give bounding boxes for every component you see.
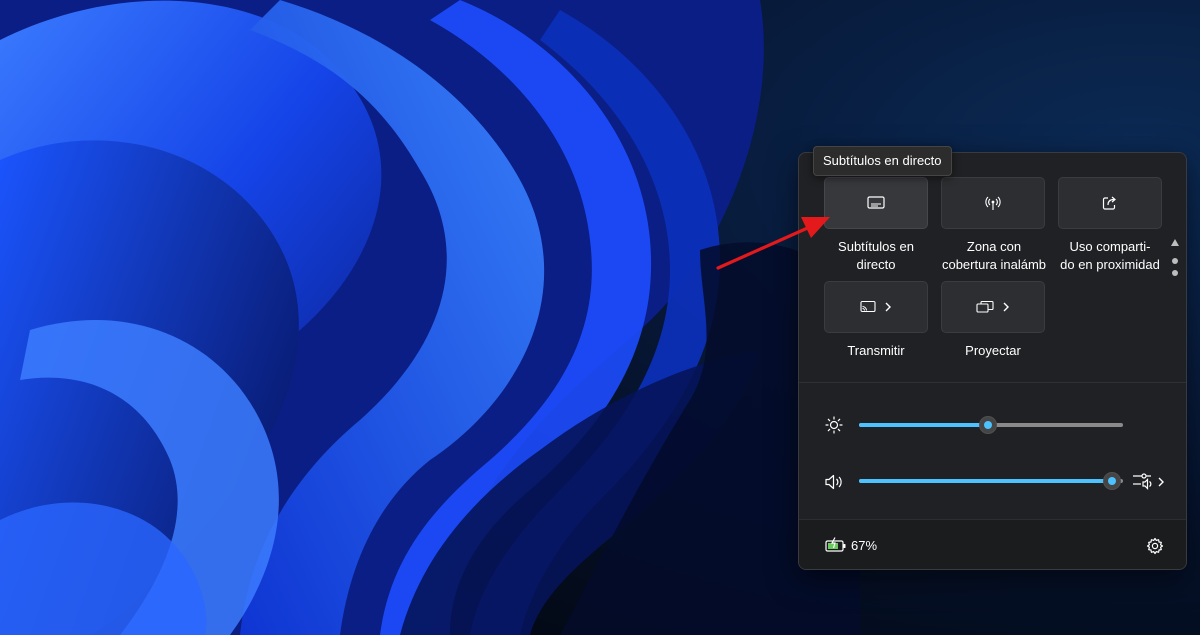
panel-footer: 67%	[799, 519, 1186, 569]
brightness-icon	[825, 416, 843, 439]
quick-settings-panel: Subtítulos en directo Zona con cobertura…	[798, 152, 1187, 570]
chevron-right-icon	[1002, 301, 1010, 313]
battery-charging-icon[interactable]	[825, 537, 847, 558]
brightness-slider-fill	[859, 423, 989, 427]
gear-icon[interactable]	[1146, 537, 1164, 560]
battery-percentage[interactable]: 67%	[851, 538, 877, 553]
cast-icon	[860, 300, 876, 314]
project-tile[interactable]	[941, 281, 1045, 333]
cast-label: Transmitir	[847, 343, 905, 358]
captions-icon	[867, 196, 885, 210]
share-icon	[1102, 195, 1118, 211]
mobile-hotspot-tile[interactable]	[941, 177, 1045, 229]
nearby-sharing-label: Uso comparti- do en proximidad	[1060, 239, 1160, 272]
divider	[799, 382, 1186, 383]
brightness-slider[interactable]	[859, 416, 1123, 434]
volume-slider-thumb[interactable]	[1103, 472, 1122, 490]
annotation-arrow	[716, 217, 830, 270]
scroll-up-arrow-icon[interactable]	[1171, 239, 1179, 246]
volume-slider-fill	[859, 479, 1113, 483]
cast-tile[interactable]	[824, 281, 928, 333]
sound-output-icon[interactable]	[1132, 471, 1168, 496]
volume-slider[interactable]	[859, 472, 1123, 490]
speaker-icon[interactable]	[824, 473, 844, 496]
hotspot-icon	[984, 194, 1002, 212]
project-icon	[976, 300, 994, 314]
page-dot-2[interactable]	[1172, 270, 1178, 276]
page-dot-1[interactable]	[1172, 258, 1178, 264]
brightness-slider-thumb[interactable]	[979, 416, 998, 434]
tooltip: Subtítulos en directo	[813, 146, 952, 176]
chevron-right-icon	[884, 301, 892, 313]
mobile-hotspot-label: Zona con cobertura inalámb	[941, 239, 1047, 272]
project-label: Proyectar	[965, 343, 1021, 358]
nearby-sharing-tile[interactable]	[1058, 177, 1162, 229]
